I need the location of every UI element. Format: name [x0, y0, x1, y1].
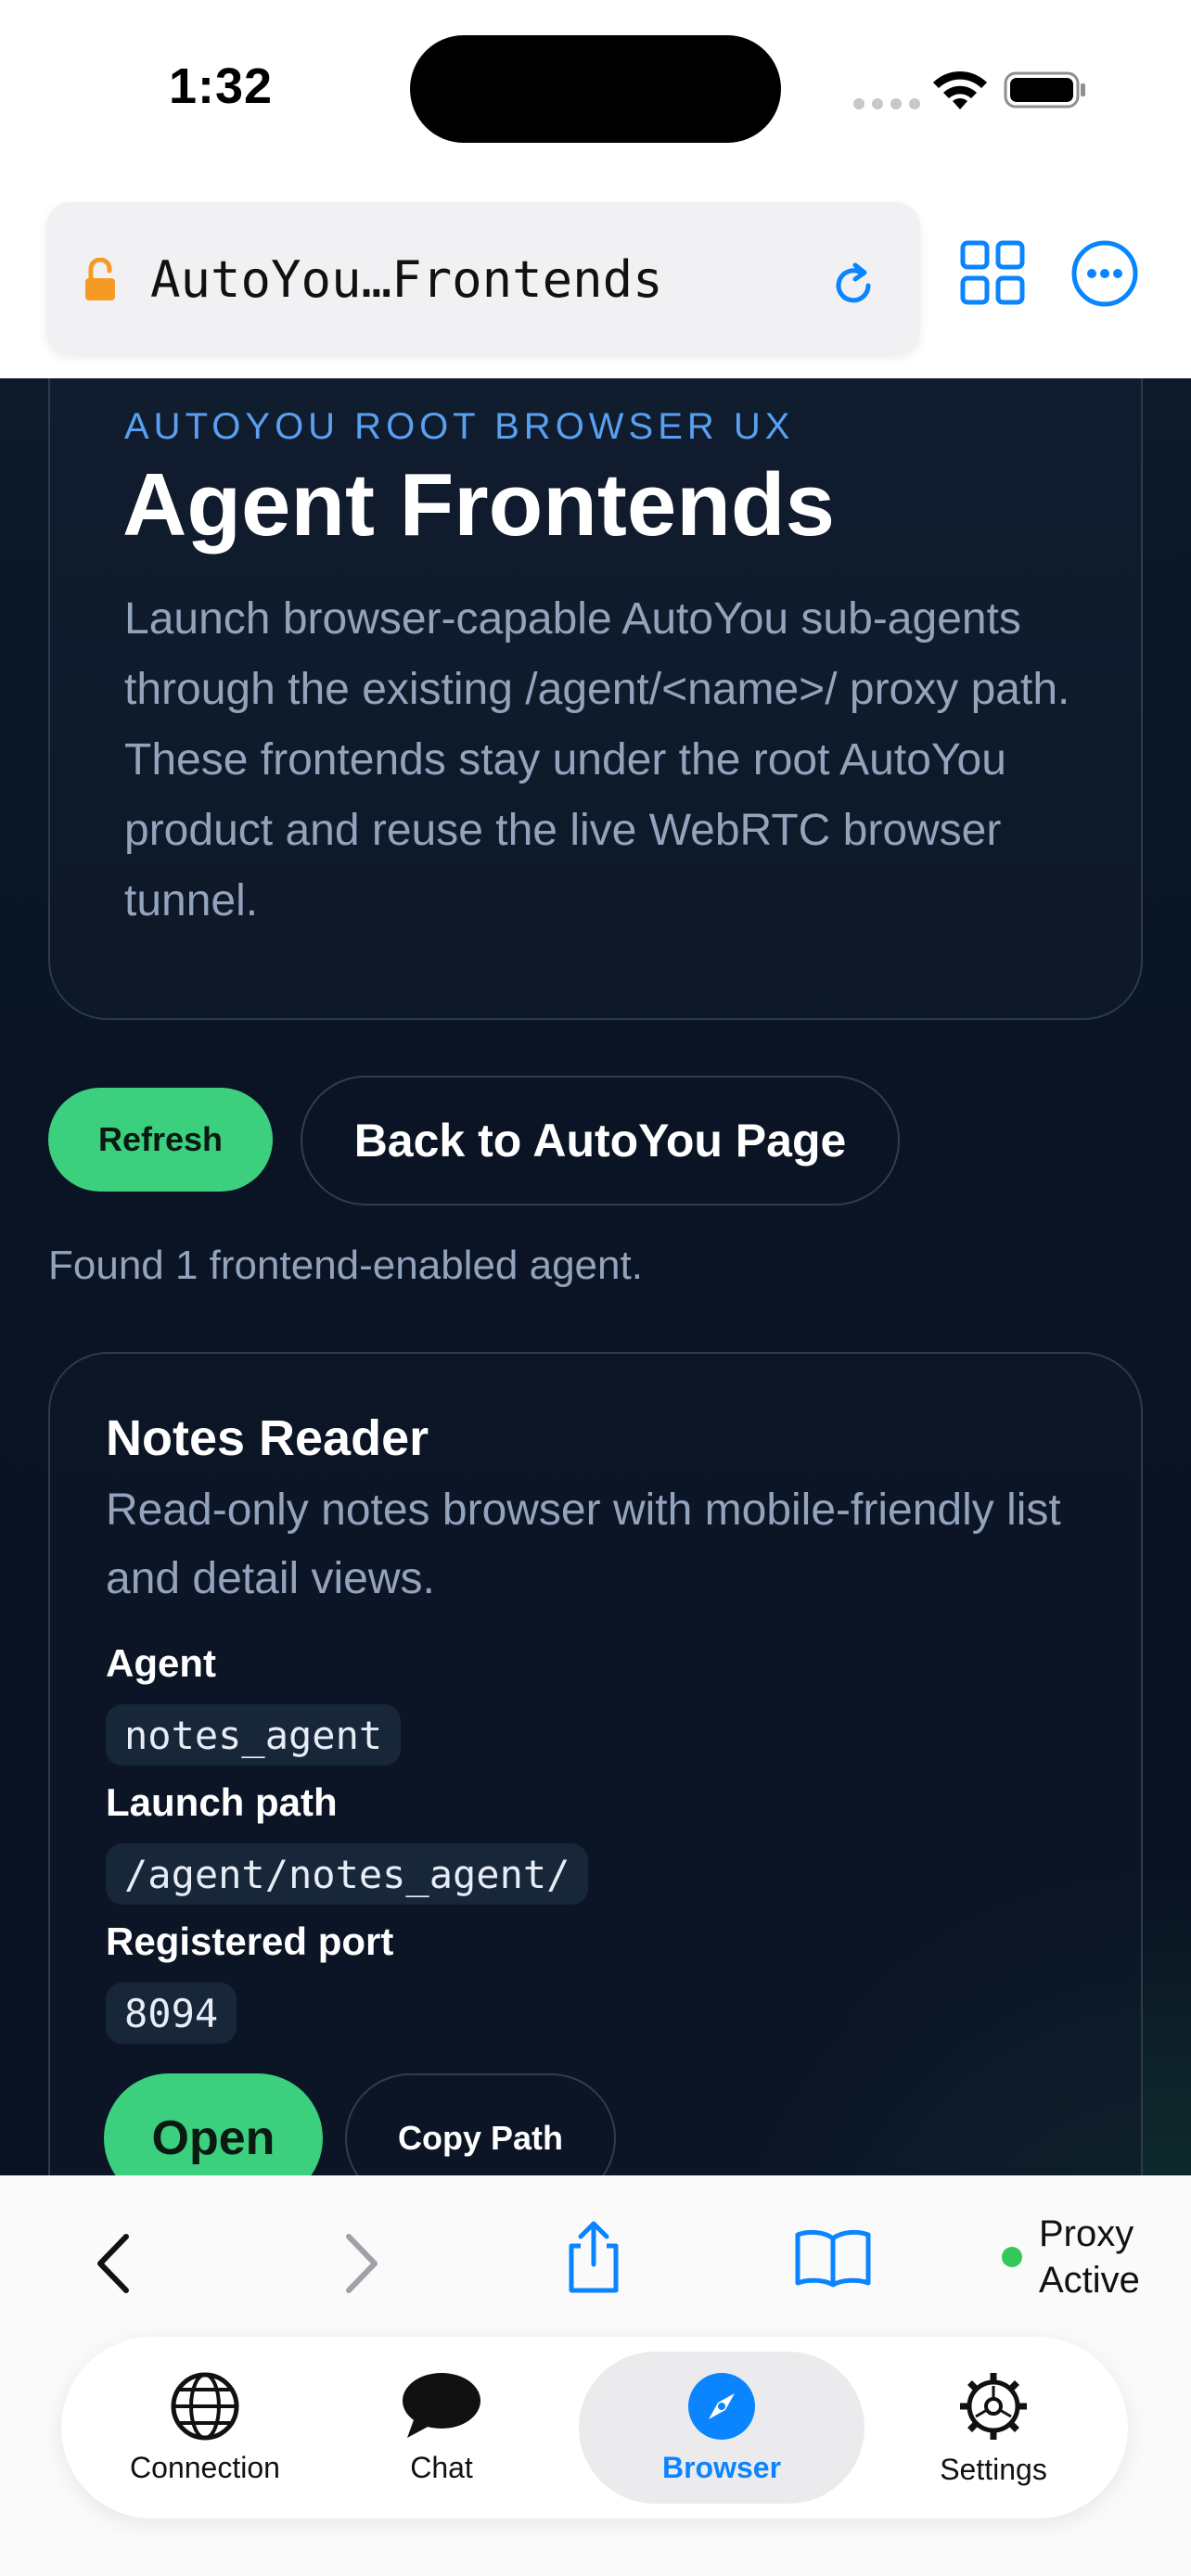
tab-chat[interactable]: Chat — [358, 2337, 525, 2519]
browser-toolbar: Proxy Active Connection Chat Browser Set… — [0, 2175, 1191, 2576]
back-chevron-icon[interactable] — [93, 2233, 134, 2294]
status-bar: 1:32 — [0, 0, 1191, 185]
battery-icon — [1004, 71, 1085, 108]
tabs-overview-icon[interactable] — [959, 239, 1026, 306]
globe-icon — [171, 2372, 239, 2440]
proxy-status-line1: Proxy — [1039, 2213, 1134, 2254]
share-icon[interactable] — [560, 2218, 627, 2296]
tab-browser[interactable]: Browser — [579, 2337, 864, 2519]
registered-port-value: 8094 — [106, 1983, 237, 2044]
agent-label: Agent — [106, 1641, 216, 1685]
back-to-autoyou-button[interactable]: Back to AutoYou Page — [301, 1076, 900, 1205]
chat-bubble-icon — [403, 2372, 480, 2438]
tab-settings[interactable]: Settings — [896, 2337, 1091, 2519]
open-agent-button[interactable]: Open — [104, 2073, 323, 2175]
status-time: 1:32 — [169, 58, 274, 114]
hero-description: Launch browser-capable AutoYou sub-agent… — [124, 594, 1070, 925]
launch-path-value: /agent/notes_agent/ — [106, 1843, 589, 1905]
proxy-status-line2: Active — [1039, 2260, 1140, 2301]
agent-name: Notes Reader — [106, 1410, 429, 1466]
agent-description: Read-only notes browser with mobile-frie… — [106, 1486, 1061, 1603]
forward-chevron-icon[interactable] — [341, 2233, 382, 2294]
browser-address-area: AutoYou…Frontends — [0, 185, 1191, 378]
web-content[interactable]: AUTOYOU ROOT BROWSER UX Agent Frontends … — [0, 378, 1191, 2175]
dynamic-island — [410, 35, 781, 143]
url-text: AutoYou…Frontends — [150, 250, 663, 309]
hero-card: AUTOYOU ROOT BROWSER UX Agent Frontends … — [48, 378, 1143, 1020]
tab-settings-label: Settings — [940, 2452, 1047, 2486]
address-bar[interactable]: AutoYou…Frontends — [46, 202, 920, 354]
cellular-signal-icon — [853, 98, 920, 109]
registered-port-label: Registered port — [106, 1919, 394, 1963]
gear-icon — [960, 2372, 1027, 2440]
agent-value: notes_agent — [106, 1704, 402, 1766]
agent-card: Notes Reader Read-only notes browser wit… — [48, 1352, 1143, 2175]
unlocked-lock-icon — [85, 258, 115, 300]
tab-bar: Connection Chat Browser Settings — [61, 2337, 1128, 2519]
tab-connection[interactable]: Connection — [98, 2337, 312, 2519]
launch-path-label: Launch path — [106, 1780, 338, 1824]
tab-chat-label: Chat — [410, 2450, 473, 2484]
refresh-button[interactable]: Refresh — [48, 1088, 273, 1192]
compass-icon — [688, 2372, 755, 2440]
tab-connection-label: Connection — [130, 2450, 280, 2484]
proxy-status: Proxy Active — [1002, 2211, 1140, 2303]
proxy-status-dot — [1002, 2247, 1022, 2267]
page-title: Agent Frontends — [122, 455, 835, 555]
bookmarks-icon[interactable] — [794, 2227, 872, 2289]
wifi-icon — [933, 70, 987, 109]
agents-found-status: Found 1 frontend-enabled agent. — [48, 1243, 643, 1288]
tab-browser-label: Browser — [661, 2450, 782, 2484]
reload-icon[interactable] — [827, 260, 879, 312]
copy-path-button[interactable]: Copy Path — [345, 2073, 616, 2175]
hero-eyebrow: AUTOYOU ROOT BROWSER UX — [124, 406, 795, 447]
more-options-icon[interactable] — [1070, 239, 1139, 308]
